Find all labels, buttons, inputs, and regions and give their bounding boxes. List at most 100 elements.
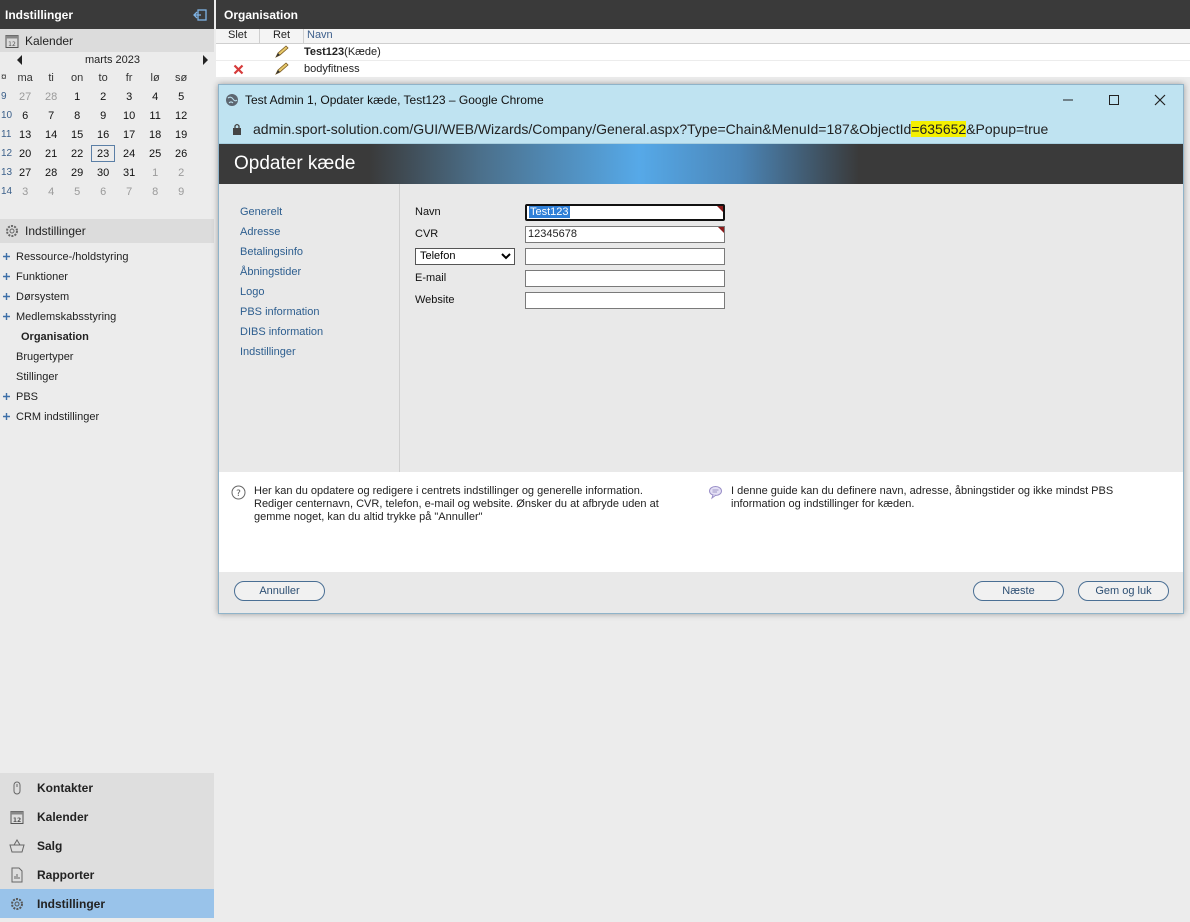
calendar-day[interactable]: 15 [64,125,90,144]
cvr-field[interactable]: 12345678 [525,225,725,243]
wizard-nav-logo[interactable]: Logo [219,282,399,302]
wizard-nav-abningstider[interactable]: Åbningstider [219,262,399,282]
calendar-day[interactable]: 20 [12,144,38,163]
week-number[interactable]: 9 [0,87,12,106]
calendar-day[interactable]: 3 [116,87,142,106]
column-header-navn[interactable]: Navn [304,29,333,43]
next-button[interactable]: Næste [973,581,1064,601]
collapse-sidebar-icon[interactable] [193,8,207,21]
expand-plus-icon[interactable] [2,312,11,321]
calendar-day[interactable]: 28 [38,87,64,106]
email-field[interactable] [525,269,725,287]
nav-salg[interactable]: Salg [0,831,214,860]
calendar-day[interactable]: 8 [142,182,168,201]
table-row[interactable]: Test123(Kæde) [216,44,1190,61]
expand-plus-icon[interactable] [2,412,11,421]
edit-pencil-icon[interactable] [274,62,290,76]
calendar-day[interactable]: 22 [64,144,90,163]
calendar-day[interactable]: 25 [142,144,168,163]
delete-x-icon[interactable] [233,64,244,75]
expand-plus-icon[interactable] [2,252,11,261]
tree-item-dorsystem[interactable]: Dørsystem [0,287,214,307]
calendar-day[interactable]: 3 [12,182,38,201]
tree-item-medlemskab[interactable]: Medlemskabsstyring [0,307,214,327]
calendar-day[interactable]: 21 [38,144,64,163]
calendar-day[interactable]: 4 [38,182,64,201]
calendar-day-today[interactable]: 23 [90,144,116,163]
calendar-day[interactable]: 16 [90,125,116,144]
nav-indstillinger[interactable]: Indstillinger [0,889,214,918]
calendar-day[interactable]: 27 [12,87,38,106]
calendar-day[interactable]: 5 [168,87,194,106]
next-month-arrow-icon[interactable] [203,55,208,65]
calendar-day[interactable]: 2 [90,87,116,106]
calendar-day[interactable]: 11 [142,106,168,125]
tree-item-crm[interactable]: CRM indstillinger [0,407,214,427]
calendar-day[interactable]: 7 [38,106,64,125]
calendar-day[interactable]: 27 [12,163,38,182]
calendar-day[interactable]: 26 [168,144,194,163]
calendar-day[interactable]: 14 [38,125,64,144]
calendar-day[interactable]: 2 [168,163,194,182]
wizard-nav-indstillinger[interactable]: Indstillinger [219,342,399,362]
close-button[interactable] [1137,85,1183,115]
phone-type-select[interactable]: Telefon [415,247,515,265]
tree-item-stillinger[interactable]: Stillinger [0,367,214,387]
nav-rapporter[interactable]: Rapporter [0,860,214,889]
calendar-day[interactable]: 13 [12,125,38,144]
calendar-section-header[interactable]: 12 Kalender [0,29,214,52]
wizard-nav-adresse[interactable]: Adresse [219,222,399,242]
calendar-day[interactable]: 9 [168,182,194,201]
calendar-day[interactable]: 24 [116,144,142,163]
calendar-day[interactable]: 10 [116,106,142,125]
week-number[interactable]: 13 [0,163,12,182]
wizard-nav-generelt[interactable]: Generelt [219,202,399,222]
calendar-day[interactable]: 4 [142,87,168,106]
settings-section-header[interactable]: Indstillinger [0,219,214,243]
calendar-day[interactable]: 18 [142,125,168,144]
tree-item-organisation[interactable]: Organisation [0,327,214,347]
prev-month-arrow-icon[interactable] [17,55,22,65]
week-number[interactable]: 10 [0,106,12,125]
website-field[interactable] [525,291,725,309]
navn-field[interactable]: Test123 [525,203,725,221]
calendar-day[interactable]: 12 [168,106,194,125]
tree-item-funktioner[interactable]: Funktioner [0,267,214,287]
phone-field[interactable] [525,247,725,265]
chrome-titlebar[interactable]: Test Admin 1, Opdater kæde, Test123 – Go… [219,85,1183,115]
week-number[interactable]: 11 [0,125,12,144]
address-bar[interactable]: admin.sport-solution.com/GUI/WEB/Wizards… [219,115,1183,144]
maximize-button[interactable] [1091,85,1137,115]
calendar-day[interactable]: 1 [142,163,168,182]
calendar-day[interactable]: 29 [64,163,90,182]
expand-plus-icon[interactable] [2,392,11,401]
calendar-day[interactable]: 28 [38,163,64,182]
calendar-day[interactable]: 17 [116,125,142,144]
expand-plus-icon[interactable] [2,292,11,301]
calendar-day[interactable]: 30 [90,163,116,182]
nav-kontakter[interactable]: Kontakter [0,773,214,802]
tree-item-ressource[interactable]: Ressource-/holdstyring [0,247,214,267]
calendar-day[interactable]: 6 [90,182,116,201]
cancel-button[interactable]: Annuller [234,581,325,601]
calendar-day[interactable]: 8 [64,106,90,125]
lock-icon[interactable] [232,123,242,135]
calendar-day[interactable]: 5 [64,182,90,201]
calendar-day[interactable]: 31 [116,163,142,182]
wizard-nav-dibs[interactable]: DIBS information [219,322,399,342]
minimize-button[interactable] [1045,85,1091,115]
tree-item-pbs[interactable]: PBS [0,387,214,407]
wizard-nav-betalingsinfo[interactable]: Betalingsinfo [219,242,399,262]
calendar-day[interactable]: 6 [12,106,38,125]
table-row[interactable]: bodyfitness [216,61,1190,78]
calendar-day[interactable]: 1 [64,87,90,106]
save-close-button[interactable]: Gem og luk [1078,581,1169,601]
expand-plus-icon[interactable] [2,272,11,281]
wizard-nav-pbs[interactable]: PBS information [219,302,399,322]
week-number[interactable]: 12 [0,144,12,163]
week-number[interactable]: 14 [0,182,12,201]
calendar-day[interactable]: 19 [168,125,194,144]
calendar-day[interactable]: 7 [116,182,142,201]
edit-pencil-icon[interactable] [274,45,290,59]
calendar-day[interactable]: 9 [90,106,116,125]
